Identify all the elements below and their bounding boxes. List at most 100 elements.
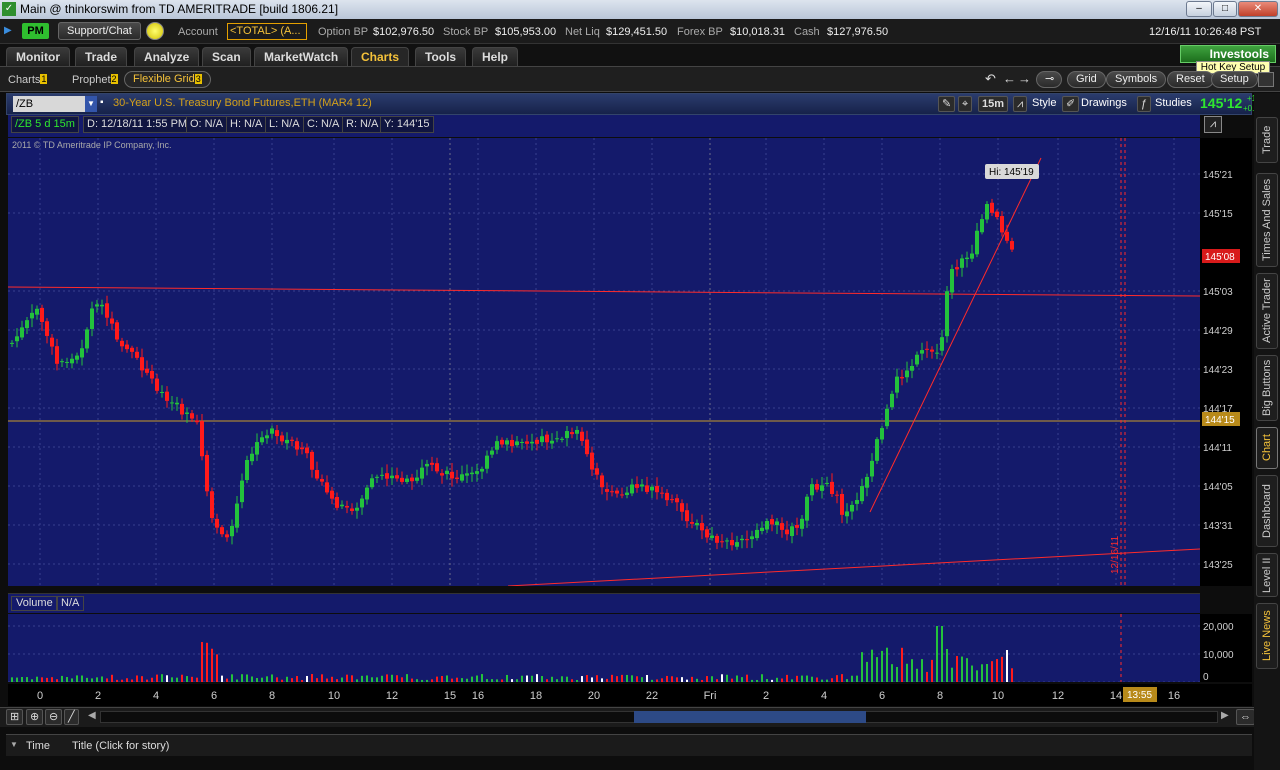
subtab-label: Prophet [72,74,111,86]
candle-body [315,470,319,479]
drawings-icon[interactable]: ✐ [1062,96,1080,112]
candle-body [825,482,829,484]
minimize-button[interactable]: – [1186,1,1212,17]
scroll-left-icon[interactable]: ◀ [88,710,96,721]
subtab-flexible-grid[interactable]: Flexible Grid3 [124,71,211,88]
support-chat-button[interactable]: Support/Chat [58,22,141,40]
clock: 12/16/11 10:26:48 PST [1149,26,1262,38]
candle-body [185,412,189,414]
reset-button[interactable]: Reset [1167,71,1214,88]
grid-button[interactable]: Grid [1067,71,1106,88]
candle-body [945,291,949,337]
tab-scan[interactable]: Scan [202,47,251,66]
price-tick-label: 143'31 [1203,521,1233,532]
scrollbar-thumb[interactable] [634,711,866,723]
tab-monitor[interactable]: Monitor [6,47,70,66]
rail-tab-big-buttons[interactable]: Big Buttons [1256,355,1278,421]
chart-settings-icon[interactable]: ⩘ [1204,116,1222,133]
studies-icon[interactable]: ƒ [1137,96,1152,112]
candle-body [715,535,719,543]
candle-body [370,478,374,488]
rail-tab-trade[interactable]: Trade [1256,117,1278,163]
zoom-in-icon[interactable]: ⊕ [26,709,44,725]
candle-body [100,304,104,307]
grid-layout-icon[interactable]: ⊞ [6,709,24,725]
candle-body [230,525,234,537]
tab-tools[interactable]: Tools [415,47,467,66]
timeframe-button[interactable]: 15m [978,96,1009,112]
zoom-out-icon[interactable]: ⊖ [45,709,63,725]
status-light-icon[interactable] [146,22,164,40]
rail-tab-active-trader[interactable]: Active Trader [1256,273,1278,349]
candle-body [560,438,564,440]
news-col-title[interactable]: Title (Click for story) [72,740,169,752]
candle-body [55,346,59,364]
ohlc-cursor-y: Y: 144'15 [380,116,434,133]
undo-icon[interactable]: ↶ [985,71,996,87]
price-axis[interactable]: 145'21 145'15 145'03 144'29 144'23 144'17 144'… [1200,138,1252,586]
candle-body [640,484,644,487]
setup-button[interactable]: Setup [1211,71,1258,88]
close-button[interactable]: ✕ [1238,1,1278,17]
candle-body [390,475,394,479]
detach-icon[interactable] [1258,72,1274,87]
account-selector[interactable]: <TOTAL> (A... [227,23,307,40]
back-arrow-icon[interactable]: ← [1003,71,1016,86]
scroll-right-icon[interactable]: ▶ [1221,710,1229,721]
candle-body [815,484,819,490]
tab-charts[interactable]: Charts [351,47,410,66]
price-chart[interactable]: 2011 © TD Ameritrade IP Company, Inc. 12… [8,138,1200,586]
rail-tab-live-news[interactable]: Live News [1256,603,1278,669]
chevron-down-icon[interactable]: ▼ [85,96,97,112]
candle-body [80,348,84,358]
news-col-time[interactable]: Time [26,740,50,752]
time-tick-label: 20 [588,690,600,702]
account-label: Account [178,26,218,38]
rail-tab-chart[interactable]: Chart [1256,427,1278,469]
tab-marketwatch[interactable]: MarketWatch [254,47,349,66]
candle-body [885,408,889,427]
drawing-line-icon[interactable]: ╱ [64,709,79,725]
pm-badge[interactable]: PM [22,23,49,39]
candle-body [170,402,174,404]
volume-chart[interactable] [8,614,1200,682]
maximize-button[interactable]: □ [1213,1,1237,17]
link-icon[interactable]: ⊸ [1036,71,1062,88]
time-tick-label: 0 [37,690,43,702]
style-menu[interactable]: Style [1032,97,1056,109]
ohlc-high: H: N/A [226,116,267,133]
price-tick-label: 144'29 [1203,326,1233,337]
rail-tab-level-ii[interactable]: Level II [1256,553,1278,597]
subtab-prophet[interactable]: Prophet2 [72,74,118,86]
tab-trade[interactable]: Trade [75,47,128,66]
subtab-charts[interactable]: Charts1 [8,74,48,86]
rail-tab-dashboard[interactable]: Dashboard [1256,475,1278,547]
time-axis[interactable]: 0 2 4 6 8 10 12 15 16 18 20 22 Fri 2 4 6 8 10 12 14 16 13:55 [8,684,1252,706]
drawings-menu[interactable]: Drawings [1081,97,1127,109]
cursor-tool-icon[interactable]: ⌖ [958,96,973,112]
candle-body [260,437,264,443]
play-icon[interactable]: ▶ [4,25,12,37]
candle-body [740,538,744,541]
tab-help[interactable]: Help [472,47,519,66]
collapse-icon[interactable]: ▼ [10,740,18,749]
symbol-input[interactable]: /ZB [13,96,85,112]
candle-body [995,211,999,218]
candle-body [845,511,849,517]
volume-axis-svg: 20,000 10,000 0 [1203,622,1234,683]
rail-tab-times-and-sales[interactable]: Times And Sales [1256,173,1278,267]
tab-analyze[interactable]: Analyze [134,47,200,66]
expand-icon[interactable]: ⇔ [1236,709,1255,725]
candle-body [775,521,779,526]
candle-body [210,491,214,518]
candle-body [355,507,359,511]
pencil-tool-icon[interactable]: ✎ [938,96,956,112]
forward-arrow-icon[interactable]: → [1018,71,1031,86]
studies-menu[interactable]: Studies [1155,97,1192,109]
candle-body [525,441,529,444]
candle-body [555,438,559,440]
chart-type-icon[interactable]: ⩘ [1013,96,1028,112]
candle-body [85,329,89,349]
symbols-button[interactable]: Symbols [1106,71,1167,88]
ohlc-open: O: N/A [186,116,228,133]
